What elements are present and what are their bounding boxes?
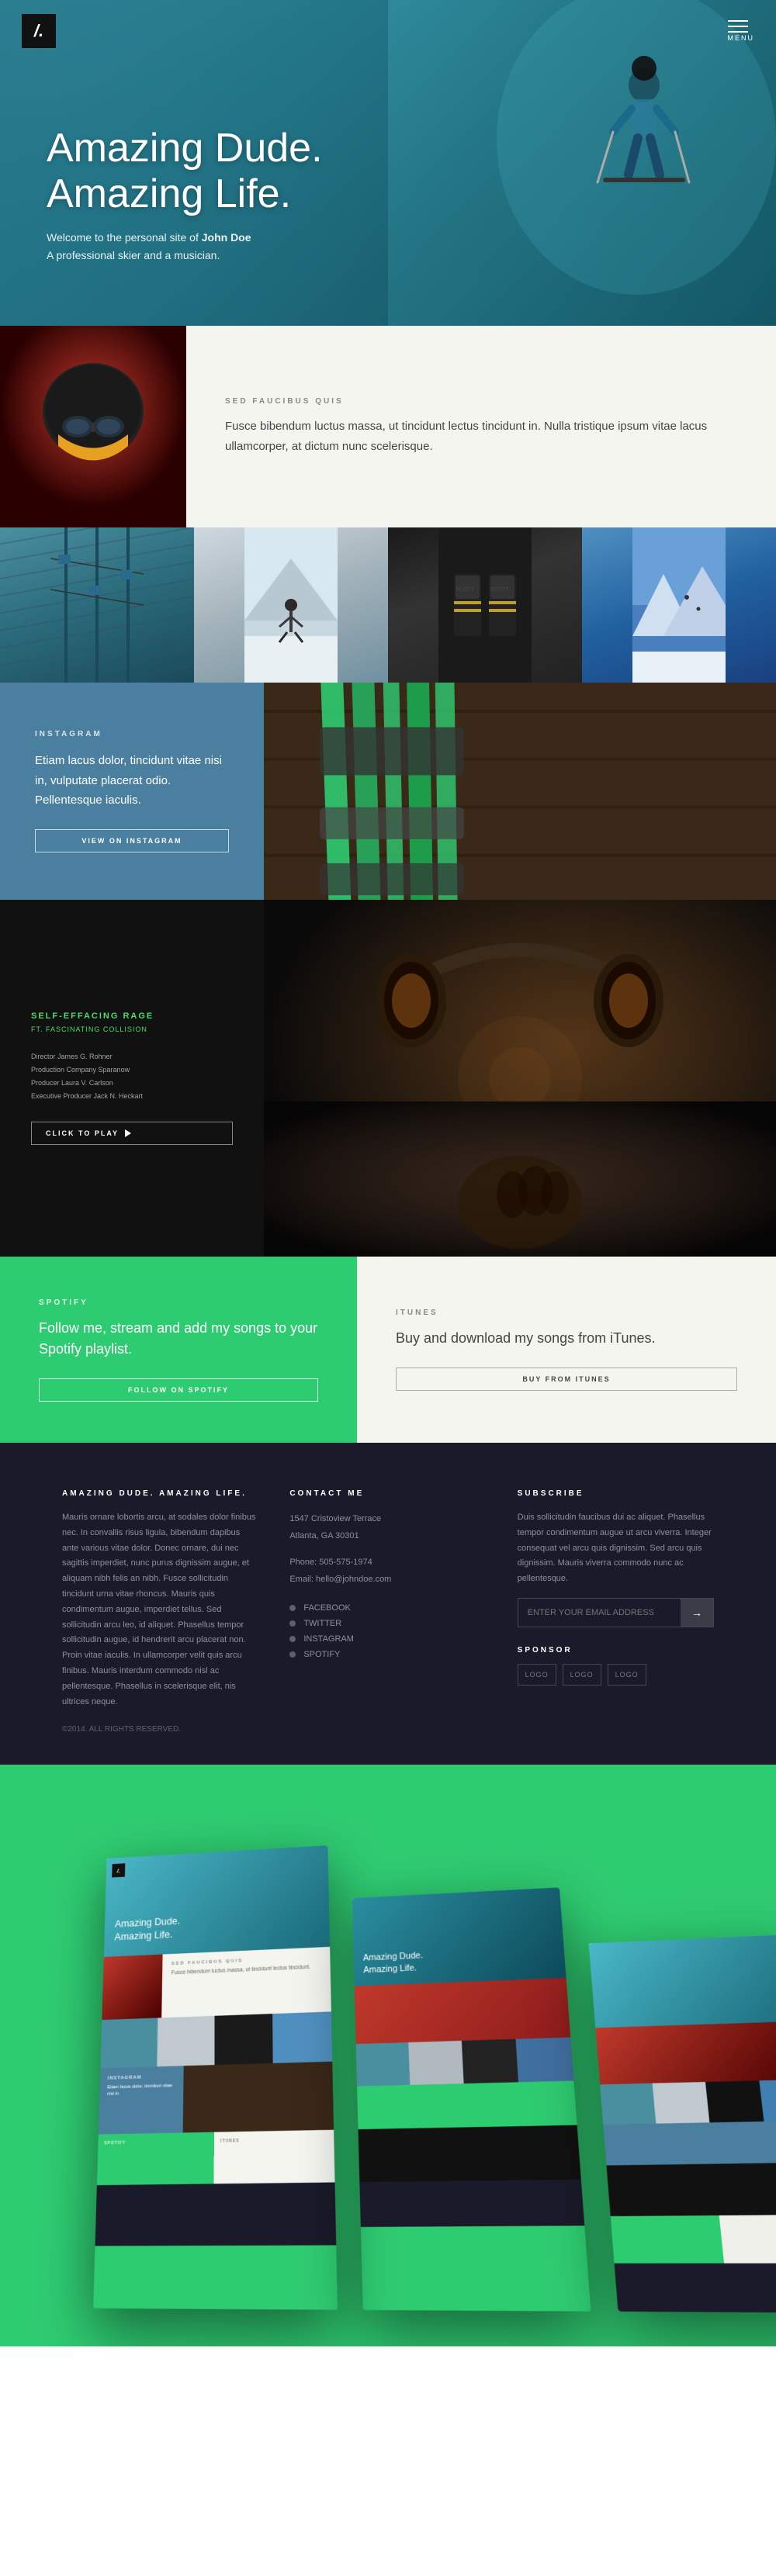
footer-email: Email: hello@johndoe.com bbox=[289, 1571, 486, 1588]
instagram-button[interactable]: VIEW ON INSTAGRAM bbox=[35, 829, 229, 852]
feature-text: SED FAUCIBUS QUIS Fusce bibendum luctus … bbox=[186, 326, 776, 527]
footer-brand-title: AMAZING DUDE. AMAZING LIFE. bbox=[62, 1489, 258, 1498]
svg-text:SCOTT: SCOTT bbox=[490, 587, 509, 593]
footer-subscribe: SUBSCRIBE Duis sollicitudin faucibus dui… bbox=[518, 1489, 714, 1734]
mockup-screen-2: Amazing Dude.Amazing Life. bbox=[352, 1888, 591, 2312]
mockup-screen-3 bbox=[589, 1935, 776, 2313]
spotify-icon bbox=[289, 1651, 296, 1658]
feature-section: SED FAUCIBUS QUIS Fusce bibendum luctus … bbox=[0, 326, 776, 527]
site-logo[interactable]: /. bbox=[22, 14, 56, 48]
spotify-text: Follow me, stream and add my songs to yo… bbox=[39, 1318, 318, 1360]
track-meta: Director James G. Rohner Production Comp… bbox=[31, 1050, 233, 1103]
photo-grid: SCOTT SCOTT bbox=[0, 527, 776, 683]
footer-address-1: 1547 Cristoview Terrace bbox=[289, 1510, 486, 1527]
email-input-row: → bbox=[518, 1598, 714, 1627]
footer-contact-title: CONTACT ME bbox=[289, 1489, 486, 1498]
social-facebook[interactable]: FACEBOOK bbox=[289, 1603, 486, 1613]
hero-content: Amazing Dude. Amazing Life. Welcome to t… bbox=[47, 126, 323, 264]
instagram-image bbox=[264, 683, 776, 900]
itunes-text: Buy and download my songs from iTunes. bbox=[396, 1328, 737, 1349]
social-spotify[interactable]: SPOTIFY bbox=[289, 1650, 486, 1659]
footer-social: FACEBOOK TWITTER INSTAGRAM SPOTIFY bbox=[289, 1603, 486, 1659]
track-title: SELF-EFFACING RAGE bbox=[31, 1011, 233, 1021]
svg-text:SCOTT: SCOTT bbox=[456, 587, 474, 593]
instagram-label: INSTAGRAM bbox=[35, 730, 229, 738]
mockup-screen-1: /. Amazing Dude.Amazing Life. SED FAUCIB… bbox=[93, 1845, 338, 2310]
play-arrow-icon bbox=[125, 1129, 131, 1137]
instagram-content: INSTAGRAM Etiam lacus dolor, tincidunt v… bbox=[0, 683, 264, 900]
facebook-icon bbox=[289, 1605, 296, 1611]
itunes-label: ITUNES bbox=[396, 1309, 737, 1317]
footer: AMAZING DUDE. AMAZING LIFE. Mauris ornar… bbox=[0, 1443, 776, 1765]
subscribe-text: Duis sollicitudin faucibus dui ac alique… bbox=[518, 1510, 714, 1587]
hero-title: Amazing Dude. Amazing Life. bbox=[47, 126, 323, 219]
play-button[interactable]: CLICK TO PLAY bbox=[31, 1122, 233, 1145]
hero-section: /. MENU Amazing Dude. Amazing Life. Welc… bbox=[0, 0, 776, 326]
instagram-text: Etiam lacus dolor, tincidunt vitae nisi … bbox=[35, 751, 229, 811]
streaming-section: SPOTIFY Follow me, stream and add my son… bbox=[0, 1257, 776, 1443]
footer-brand-text: Mauris ornare lobortis arcu, at sodales … bbox=[62, 1510, 258, 1710]
feature-body: Fusce bibendum luctus massa, ut tincidun… bbox=[225, 417, 737, 456]
mountain-photo bbox=[582, 527, 776, 683]
instagram-section: INSTAGRAM Etiam lacus dolor, tincidunt v… bbox=[0, 683, 776, 900]
spotify-block: SPOTIFY Follow me, stream and add my son… bbox=[0, 1257, 357, 1443]
footer-address-2: Atlanta, GA 30301 bbox=[289, 1527, 486, 1544]
itunes-button[interactable]: BUY FROM ITUNES bbox=[396, 1368, 737, 1391]
footer-copyright: ©2014. ALL RIGHTS RESERVED. bbox=[62, 1725, 258, 1734]
sponsor-logo-1: LOGO bbox=[518, 1664, 556, 1686]
sponsor-logos: LOGO LOGO LOGO bbox=[518, 1664, 714, 1686]
mockup-screens-container: /. Amazing Dude.Amazing Life. SED FAUCIB… bbox=[45, 1789, 776, 2346]
menu-label: MENU bbox=[728, 34, 755, 42]
spotify-button[interactable]: FOLLOW ON SPOTIFY bbox=[39, 1378, 318, 1402]
video-section: SELF-EFFACING RAGE FT. FASCINATING COLLI… bbox=[0, 900, 776, 1257]
twitter-icon bbox=[289, 1620, 296, 1627]
sponsor-label: SPONSOR bbox=[518, 1646, 714, 1655]
navigation: /. MENU bbox=[0, 0, 776, 62]
video-visual bbox=[264, 900, 776, 1257]
ski-lift-photo bbox=[0, 527, 194, 683]
skier-alone-photo bbox=[194, 527, 388, 683]
video-lower-image bbox=[264, 1101, 776, 1257]
subscribe-title: SUBSCRIBE bbox=[518, 1489, 714, 1498]
mockup-section: /. Amazing Dude.Amazing Life. SED FAUCIB… bbox=[0, 1765, 776, 2346]
hero-subtitle: Welcome to the personal site of John Doe… bbox=[47, 229, 323, 264]
social-instagram[interactable]: INSTAGRAM bbox=[289, 1634, 486, 1644]
footer-phone: Phone: 505-575-1974 bbox=[289, 1554, 486, 1571]
boots-photo: SCOTT SCOTT bbox=[388, 527, 582, 683]
video-content: SELF-EFFACING RAGE FT. FASCINATING COLLI… bbox=[0, 900, 264, 1257]
email-submit-button[interactable]: → bbox=[681, 1599, 713, 1627]
mockup-title: Amazing Dude.Amazing Life. bbox=[114, 1915, 180, 1945]
itunes-block: ITUNES Buy and download my songs from iT… bbox=[357, 1257, 776, 1443]
social-twitter[interactable]: TWITTER bbox=[289, 1619, 486, 1628]
menu-button[interactable]: MENU bbox=[728, 20, 755, 42]
spotify-label: SPOTIFY bbox=[39, 1298, 318, 1307]
hamburger-icon bbox=[728, 20, 755, 33]
feature-image bbox=[0, 326, 186, 527]
footer-contact: CONTACT ME 1547 Cristoview Terrace Atlan… bbox=[289, 1489, 486, 1734]
instagram-icon bbox=[289, 1636, 296, 1642]
track-subtitle: FT. FASCINATING COLLISION bbox=[31, 1025, 233, 1033]
email-input[interactable] bbox=[518, 1599, 681, 1627]
sponsor-logo-2: LOGO bbox=[563, 1664, 601, 1686]
sponsor-logo-3: LOGO bbox=[608, 1664, 646, 1686]
footer-brand: AMAZING DUDE. AMAZING LIFE. Mauris ornar… bbox=[62, 1489, 258, 1734]
feature-label: SED FAUCIBUS QUIS bbox=[225, 397, 737, 406]
